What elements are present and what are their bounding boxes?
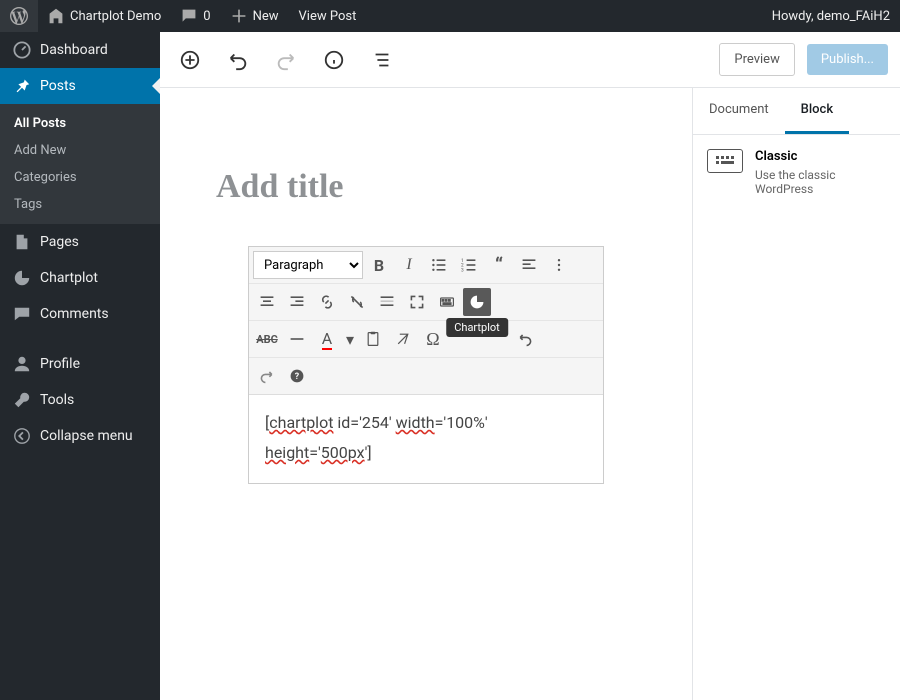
text-color-dropdown[interactable]: ▾	[343, 325, 357, 353]
wp-logo[interactable]	[0, 0, 38, 32]
howdy-link[interactable]: Howdy, demo_FAiH2	[762, 0, 900, 32]
view-post-label: View Post	[299, 9, 357, 24]
pin-icon	[12, 76, 32, 96]
admin-sidebar: Dashboard Posts All Posts Add New Catego…	[0, 32, 160, 700]
align-right-button[interactable]	[283, 288, 311, 316]
chartplot-label: Chartplot	[40, 270, 98, 286]
block-description: Use the classic WordPress	[755, 168, 886, 196]
keyboard-button[interactable]	[433, 288, 461, 316]
wrench-icon	[12, 390, 32, 410]
pages-label: Pages	[40, 234, 79, 250]
editor-canvas: Add title Paragraph B I 123 “	[160, 88, 692, 700]
help-button[interactable]: ?	[283, 362, 311, 390]
view-post-link[interactable]: View Post	[289, 0, 367, 32]
submenu-categories[interactable]: Categories	[0, 164, 160, 191]
add-block-button[interactable]	[172, 42, 208, 78]
publish-button[interactable]: Publish...	[807, 44, 888, 75]
redo-button[interactable]	[268, 42, 304, 78]
tab-block[interactable]: Block	[785, 88, 849, 134]
hr-button[interactable]	[283, 325, 311, 353]
text-color-button[interactable]: A	[313, 325, 341, 353]
chartplot-tooltip: Chartplot	[446, 318, 508, 337]
submenu-tags[interactable]: Tags	[0, 191, 160, 218]
settings-panel: Document Block Classic Use the classic W…	[692, 88, 900, 700]
comments-icon	[12, 304, 32, 324]
readmore-button[interactable]	[373, 288, 401, 316]
admin-topbar: Chartplot Demo 0 New View Post Howdy, de…	[0, 0, 900, 32]
pages-icon	[12, 232, 32, 252]
link-button[interactable]	[313, 288, 341, 316]
bold-button[interactable]: B	[365, 251, 393, 279]
submenu-all-posts[interactable]: All Posts	[0, 110, 160, 137]
redo-editor-button[interactable]	[253, 362, 281, 390]
posts-label: Posts	[40, 78, 76, 94]
chartplot-button[interactable]: Chartplot	[463, 288, 491, 316]
outline-button[interactable]	[364, 42, 400, 78]
dashboard-label: Dashboard	[40, 42, 108, 58]
user-icon	[12, 354, 32, 374]
howdy-label: Howdy, demo_FAiH2	[772, 9, 890, 24]
comments-label: Comments	[40, 306, 109, 322]
sidebar-item-comments[interactable]: Comments	[0, 296, 160, 332]
sidebar-collapse[interactable]: Collapse menu	[0, 418, 160, 454]
sidebar-item-dashboard[interactable]: Dashboard	[0, 32, 160, 68]
sidebar-item-profile[interactable]: Profile	[0, 346, 160, 382]
dashboard-icon	[12, 40, 32, 60]
new-label: New	[253, 9, 279, 24]
editor-toolbar: Preview Publish...	[160, 32, 900, 88]
svg-text:1: 1	[461, 258, 464, 264]
tab-document[interactable]: Document	[693, 88, 785, 134]
posts-submenu: All Posts Add New Categories Tags	[0, 104, 160, 224]
classic-editor-block: Paragraph B I 123 “	[248, 246, 604, 484]
strikethrough-button[interactable]: ABC	[253, 325, 281, 353]
block-title: Classic	[755, 149, 886, 164]
paste-text-button[interactable]	[359, 325, 387, 353]
italic-button[interactable]: I	[395, 251, 423, 279]
tinymce-toolbar: Paragraph B I 123 “	[249, 247, 603, 395]
fullscreen-button[interactable]	[403, 288, 431, 316]
unlink-button[interactable]	[343, 288, 371, 316]
sidebar-item-pages[interactable]: Pages	[0, 224, 160, 260]
svg-text:2: 2	[461, 263, 464, 269]
preview-button[interactable]: Preview	[719, 43, 794, 76]
chartplot-icon	[12, 268, 32, 288]
undo-editor-button[interactable]	[511, 325, 539, 353]
svg-text:?: ?	[295, 372, 300, 382]
profile-label: Profile	[40, 356, 80, 372]
number-list-button[interactable]: 123	[455, 251, 483, 279]
tools-label: Tools	[40, 392, 74, 408]
more-button[interactable]	[545, 251, 573, 279]
undo-button[interactable]	[220, 42, 256, 78]
clear-format-button[interactable]	[389, 325, 417, 353]
bullet-list-button[interactable]	[425, 251, 453, 279]
sidebar-item-chartplot[interactable]: Chartplot	[0, 260, 160, 296]
sidebar-item-tools[interactable]: Tools	[0, 382, 160, 418]
svg-text:3: 3	[461, 267, 464, 273]
format-select[interactable]: Paragraph	[253, 251, 363, 279]
submenu-add-new[interactable]: Add New	[0, 137, 160, 164]
sidebar-item-posts[interactable]: Posts	[0, 68, 160, 104]
classic-block-icon	[707, 149, 743, 173]
align-center-button[interactable]	[253, 288, 281, 316]
content-textarea[interactable]: [chartplot id='254' width='100%' height=…	[249, 395, 603, 483]
site-name-label: Chartplot Demo	[70, 9, 161, 24]
post-title-input[interactable]: Add title	[216, 168, 636, 206]
collapse-icon	[12, 426, 32, 446]
site-link[interactable]: Chartplot Demo	[38, 0, 171, 32]
new-link[interactable]: New	[221, 0, 289, 32]
collapse-label: Collapse menu	[40, 428, 133, 444]
align-left-button[interactable]	[515, 251, 543, 279]
special-char-button[interactable]: Ω	[419, 325, 447, 353]
comment-count: 0	[203, 9, 210, 24]
info-button[interactable]	[316, 42, 352, 78]
quote-button[interactable]: “	[485, 251, 513, 279]
comments-link[interactable]: 0	[171, 0, 220, 32]
